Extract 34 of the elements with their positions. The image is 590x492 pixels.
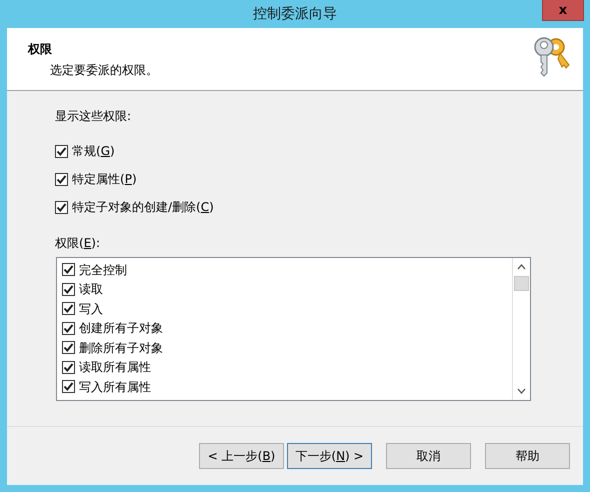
page-title: 权限 bbox=[28, 41, 53, 58]
checkmark-icon bbox=[63, 381, 74, 392]
permission-checkbox[interactable]: 读取 bbox=[62, 280, 512, 299]
filter-checkbox[interactable]: 常规(G) bbox=[55, 143, 214, 159]
permission-checkbox[interactable]: 创建所有子对象 bbox=[62, 318, 512, 338]
checkmark-icon bbox=[63, 322, 74, 334]
checkmark-icon bbox=[56, 202, 67, 212]
wizard-button[interactable]: 取消 bbox=[386, 443, 471, 469]
scroll-thumb[interactable] bbox=[514, 276, 529, 291]
permission-checkbox[interactable]: 读取所有属性 bbox=[62, 358, 512, 377]
filter-checkbox[interactable]: 特定属性(P) bbox=[55, 171, 214, 187]
permission-checkbox[interactable]: 写入 bbox=[62, 299, 512, 318]
permission-checkbox[interactable]: 写入所有属性 bbox=[62, 377, 512, 396]
window-title: 控制委派向导 bbox=[253, 5, 337, 23]
checkmark-icon bbox=[63, 303, 74, 314]
wizard-button[interactable]: < 上一步(B) bbox=[199, 443, 284, 469]
scrollbar[interactable] bbox=[512, 258, 530, 400]
checkmark-icon bbox=[63, 284, 74, 295]
checkmark-icon bbox=[56, 146, 67, 156]
permission-checkbox[interactable]: 完全控制 bbox=[62, 260, 512, 280]
permission-checkbox[interactable]: 删除所有子对象 bbox=[62, 338, 512, 358]
section-label: 显示这些权限: bbox=[55, 108, 132, 124]
scroll-up-icon[interactable] bbox=[517, 264, 526, 270]
checkmark-icon bbox=[63, 342, 74, 354]
wizard-button[interactable]: 帮助 bbox=[485, 443, 570, 469]
list-label: 权限(E): bbox=[55, 235, 100, 251]
scroll-down-icon[interactable] bbox=[517, 388, 526, 394]
checkmark-icon bbox=[63, 362, 74, 373]
close-button[interactable]: x bbox=[542, 0, 584, 21]
wizard-button[interactable]: 下一步(N) > bbox=[287, 443, 372, 469]
checkmark-icon bbox=[63, 264, 74, 276]
checkmark-icon bbox=[56, 174, 67, 184]
page-subtitle: 选定要委派的权限。 bbox=[49, 62, 158, 79]
filter-checkbox[interactable]: 特定子对象的创建/删除(C) bbox=[55, 199, 214, 215]
